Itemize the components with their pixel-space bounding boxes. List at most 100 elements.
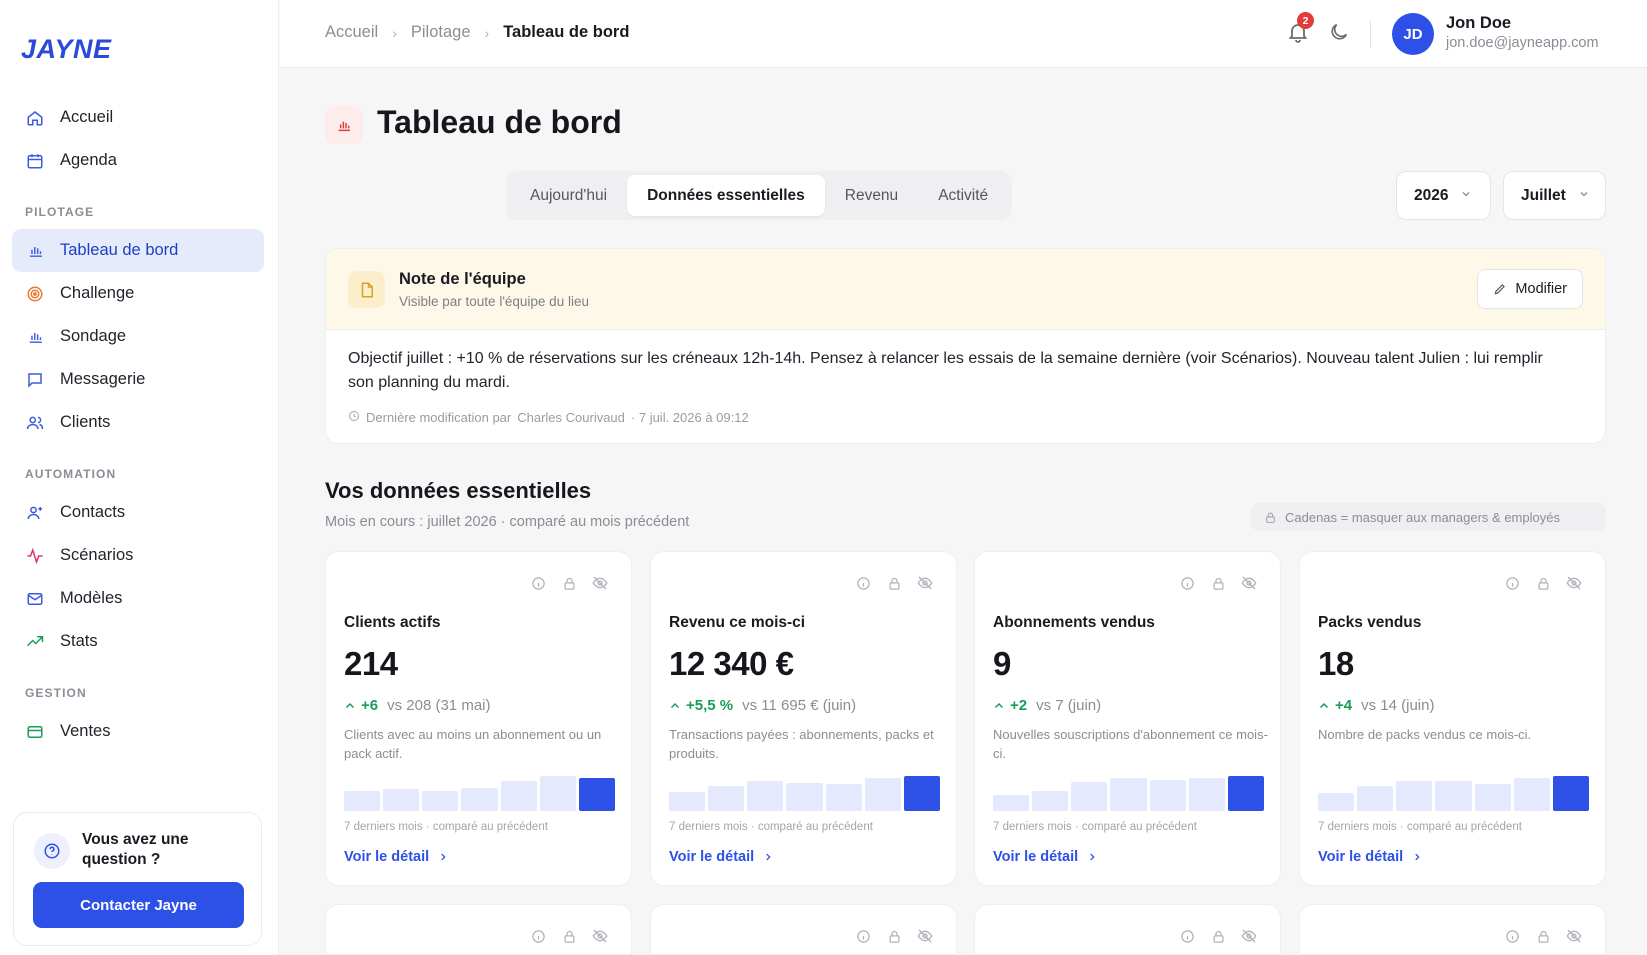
kpi-delta-value: +5,5 % bbox=[686, 697, 734, 714]
sidebar-item-accueil[interactable]: Accueil bbox=[12, 96, 264, 139]
view-detail-link[interactable]: Voir le détail bbox=[344, 849, 448, 865]
lock-icon[interactable] bbox=[1209, 574, 1227, 592]
kpi-compare: vs 14 (juin) bbox=[1361, 697, 1435, 714]
info-icon[interactable] bbox=[1178, 927, 1196, 945]
tab-revenu[interactable]: Revenu bbox=[825, 175, 918, 216]
sidebar-item-messagerie[interactable]: Messagerie bbox=[12, 358, 264, 401]
eye-off-icon[interactable] bbox=[1565, 927, 1583, 945]
kpi-bar bbox=[1318, 793, 1355, 811]
kpi-card: Clients actifs 214 +6 vs 208 (31 mai) Cl… bbox=[325, 551, 632, 886]
lock-icon[interactable] bbox=[1534, 927, 1552, 945]
kpi-tools bbox=[1490, 574, 1583, 592]
kpi-description: Nombre de packs vendus ce mois-ci. bbox=[1318, 727, 1532, 742]
info-icon[interactable] bbox=[1178, 574, 1196, 592]
year-value: 2026 bbox=[1414, 186, 1449, 204]
kpi-bar bbox=[1032, 791, 1069, 811]
lock-icon[interactable] bbox=[885, 574, 903, 592]
card-icon bbox=[25, 722, 45, 742]
eye-off-icon[interactable] bbox=[591, 574, 609, 592]
eye-off-icon[interactable] bbox=[1240, 574, 1258, 592]
kpi-description: Transactions payées : abonnements, packs… bbox=[669, 727, 934, 761]
contact-jayne-button[interactable]: Contacter Jayne bbox=[33, 882, 244, 928]
team-note-body: Objectif juillet : +10 % de réservations… bbox=[348, 350, 1543, 391]
chevron-right-icon: › bbox=[392, 24, 397, 41]
breadcrumb-pilotage[interactable]: Pilotage bbox=[411, 23, 471, 42]
kpi-value: 9 bbox=[993, 645, 1011, 682]
kpi-tools bbox=[841, 927, 934, 945]
lock-icon[interactable] bbox=[885, 927, 903, 945]
kpi-bar bbox=[1227, 776, 1264, 811]
avatar[interactable]: JD bbox=[1392, 13, 1434, 55]
kpi-card bbox=[1299, 904, 1606, 955]
sidebar-item-label: Messagerie bbox=[60, 370, 146, 388]
kpi-bar bbox=[669, 792, 706, 811]
info-icon[interactable] bbox=[1503, 927, 1521, 945]
year-select[interactable]: 2026 bbox=[1396, 171, 1491, 220]
sidebar-nav: Accueil Agenda PILOTAGE Tableau de bord … bbox=[12, 96, 264, 753]
sidebar-item-sondage[interactable]: Sondage bbox=[12, 315, 264, 358]
sidebar-item-contacts[interactable]: Contacts bbox=[12, 491, 264, 534]
chevron-up-icon bbox=[994, 702, 1004, 708]
sidebar-item-tableau-de-bord[interactable]: Tableau de bord bbox=[12, 229, 264, 272]
kpi-bar bbox=[1149, 780, 1186, 811]
user-name: Jon Doe bbox=[1446, 14, 1512, 32]
jayne-logo[interactable]: JAYNE bbox=[21, 34, 112, 65]
tab-donnees-essentielles[interactable]: Données essentielles bbox=[627, 175, 825, 216]
kpi-label: Revenu ce mois-ci bbox=[669, 614, 806, 631]
lock-icon bbox=[1266, 512, 1275, 523]
kpi-bar bbox=[1474, 784, 1511, 811]
tab-aujourdhui[interactable]: Aujourd'hui bbox=[510, 175, 627, 216]
nav-section-title: PILOTAGE bbox=[25, 205, 95, 219]
eye-off-icon[interactable] bbox=[1565, 574, 1583, 592]
sidebar-item-label: Scénarios bbox=[60, 546, 134, 564]
month-value: Juillet bbox=[1521, 186, 1566, 204]
pencil-icon bbox=[1494, 284, 1506, 295]
moon-icon[interactable] bbox=[1328, 21, 1352, 45]
topbar: Accueil › Pilotage › Tableau de bord 2 J… bbox=[280, 0, 1647, 68]
kpi-delta: +2 vs 7 (juin) bbox=[993, 697, 1101, 714]
chevron-right-icon bbox=[1415, 853, 1420, 861]
sidebar-item-challenge[interactable]: Challenge bbox=[12, 272, 264, 315]
sidebar-item-scenarios[interactable]: Scénarios bbox=[12, 534, 264, 577]
sidebar-item-stats[interactable]: Stats bbox=[12, 620, 264, 663]
eye-off-icon[interactable] bbox=[591, 927, 609, 945]
sidebar-item-clients[interactable]: Clients bbox=[12, 401, 264, 444]
sidebar-item-modeles[interactable]: Modèles bbox=[12, 577, 264, 620]
lock-icon[interactable] bbox=[1209, 927, 1227, 945]
edit-note-button[interactable]: Modifier bbox=[1477, 269, 1583, 309]
tab-activite[interactable]: Activité bbox=[918, 175, 1008, 216]
sidebar-item-label: Agenda bbox=[60, 151, 117, 169]
kpi-bar bbox=[422, 791, 459, 811]
view-detail-link[interactable]: Voir le détail bbox=[669, 849, 773, 865]
kpi-tools bbox=[516, 927, 609, 945]
info-icon[interactable] bbox=[854, 927, 872, 945]
lock-icon[interactable] bbox=[1534, 574, 1552, 592]
sidebar-item-ventes[interactable]: Ventes bbox=[12, 710, 264, 753]
breadcrumb-accueil[interactable]: Accueil bbox=[325, 23, 378, 42]
section-subtitle: Mois en cours : juillet 2026 · comparé a… bbox=[325, 514, 690, 530]
info-icon[interactable] bbox=[854, 574, 872, 592]
month-select[interactable]: Juillet bbox=[1503, 171, 1606, 220]
kpi-card bbox=[325, 904, 632, 955]
eye-off-icon[interactable] bbox=[916, 927, 934, 945]
kpi-sparkbars bbox=[993, 774, 1264, 811]
info-icon[interactable] bbox=[1503, 574, 1521, 592]
info-icon[interactable] bbox=[529, 927, 547, 945]
kpi-label: Clients actifs bbox=[344, 614, 441, 631]
sidebar-item-label: Stats bbox=[60, 632, 98, 650]
eye-off-icon[interactable] bbox=[1240, 927, 1258, 945]
eye-off-icon[interactable] bbox=[916, 574, 934, 592]
divider bbox=[1370, 20, 1371, 48]
view-detail-link[interactable]: Voir le détail bbox=[1318, 849, 1422, 865]
kpi-bar bbox=[1188, 778, 1225, 811]
activity-icon bbox=[25, 546, 45, 566]
info-icon[interactable] bbox=[529, 574, 547, 592]
view-detail-link[interactable]: Voir le détail bbox=[993, 849, 1097, 865]
home-icon bbox=[25, 108, 45, 128]
lock-icon[interactable] bbox=[560, 927, 578, 945]
sidebar-item-agenda[interactable]: Agenda bbox=[12, 139, 264, 182]
page-title: Tableau de bord bbox=[377, 104, 622, 140]
tab-bar: Aujourd'hui Données essentielles Revenu … bbox=[506, 171, 1013, 220]
kpi-bar bbox=[864, 778, 901, 811]
lock-icon[interactable] bbox=[560, 574, 578, 592]
